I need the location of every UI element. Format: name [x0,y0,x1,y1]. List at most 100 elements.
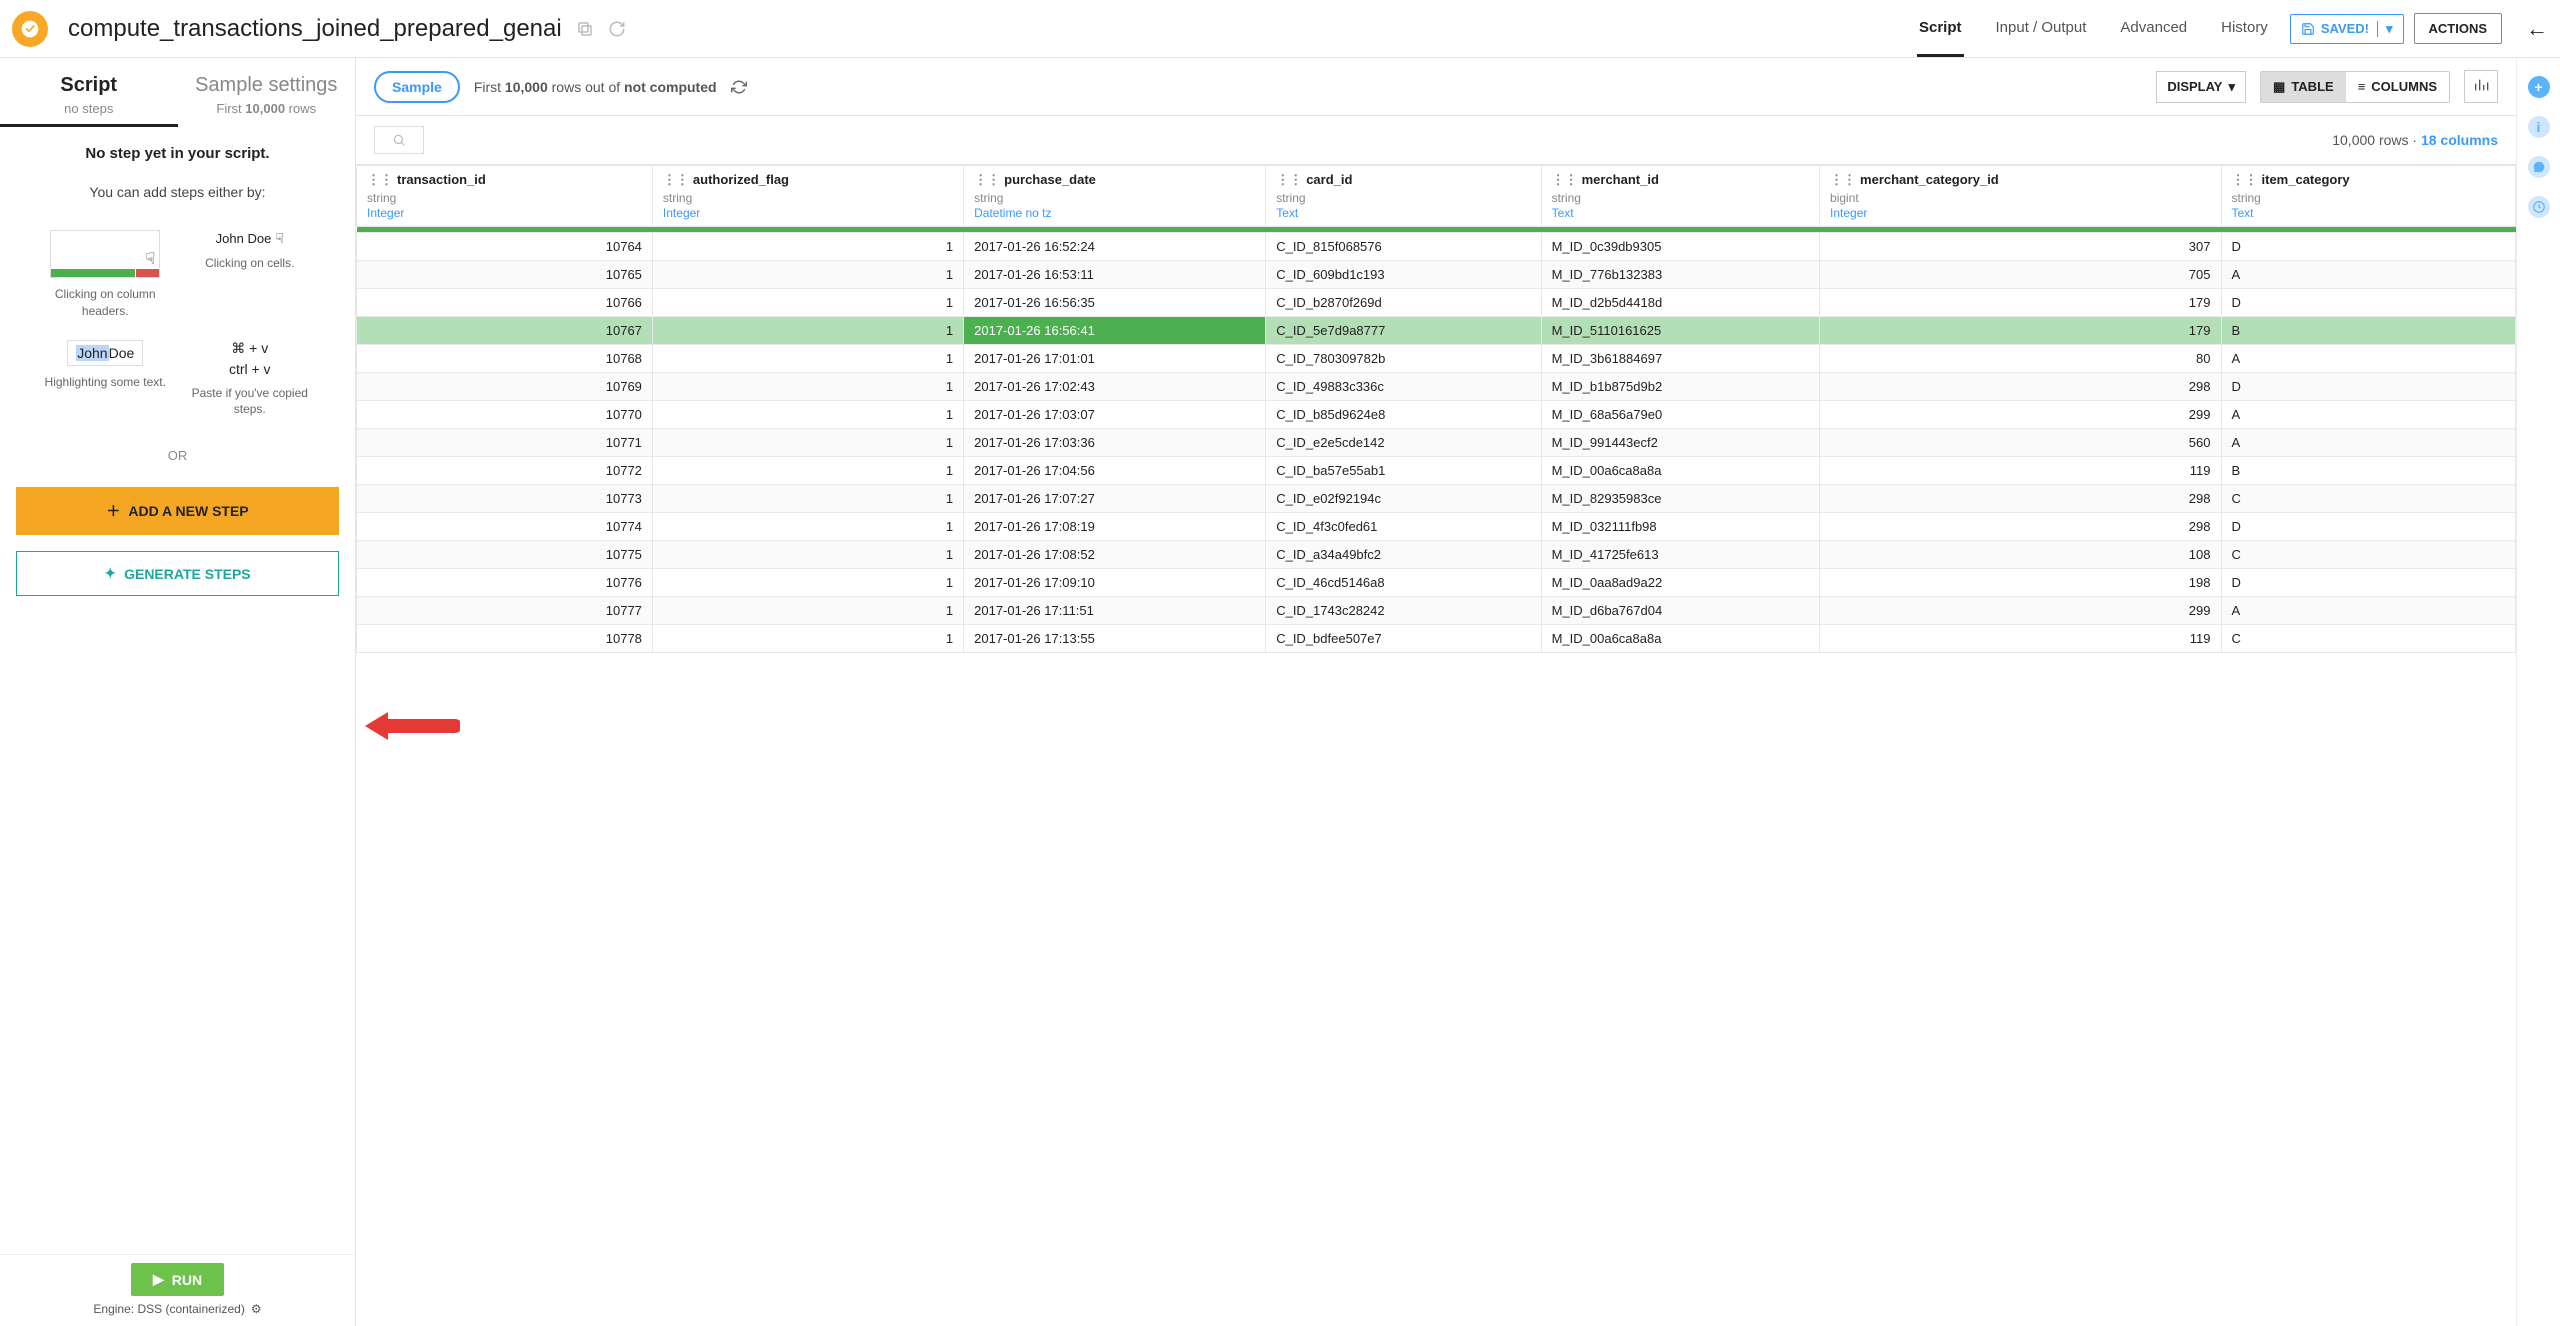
table-cell[interactable]: C_ID_46cd5146a8 [1266,569,1541,597]
table-row[interactable]: 1077412017-01-26 17:08:19C_ID_4f3c0fed61… [357,513,2516,541]
table-cell[interactable]: 1 [652,569,963,597]
table-cell[interactable]: C_ID_815f068576 [1266,233,1541,261]
table-cell[interactable]: 2017-01-26 17:11:51 [964,597,1266,625]
table-cell[interactable]: D [2221,569,2516,597]
table-cell[interactable]: M_ID_032111fb98 [1541,513,1819,541]
gear-icon[interactable]: ⚙ [251,1302,262,1316]
table-cell[interactable]: 108 [1820,541,2221,569]
table-cell[interactable]: A [2221,261,2516,289]
saved-button[interactable]: SAVED! ▾ [2290,14,2404,44]
column-header-item_category[interactable]: ⋮⋮item_categorystringText [2221,166,2516,227]
refresh-icon[interactable] [731,79,747,95]
topnav-history[interactable]: History [2219,1,2270,57]
table-cell[interactable]: 2017-01-26 17:09:10 [964,569,1266,597]
table-cell[interactable]: D [2221,289,2516,317]
topnav-script[interactable]: Script [1917,1,1964,57]
rail-chat-icon[interactable] [2528,156,2550,178]
topnav-advanced[interactable]: Advanced [2118,1,2189,57]
left-tab-sample-settings[interactable]: Sample settingsFirst 10,000 rows [178,58,356,127]
table-cell[interactable]: C_ID_ba57e55ab1 [1266,457,1541,485]
table-cell[interactable]: 1 [652,625,963,653]
table-cell[interactable]: 2017-01-26 16:56:35 [964,289,1266,317]
table-cell[interactable]: 2017-01-26 17:08:19 [964,513,1266,541]
columns-view-button[interactable]: ≡COLUMNS [2346,72,2449,102]
table-cell[interactable]: C_ID_609bd1c193 [1266,261,1541,289]
table-cell[interactable]: C_ID_e02f92194c [1266,485,1541,513]
table-cell[interactable]: 1 [652,261,963,289]
table-cell[interactable]: M_ID_b1b875d9b2 [1541,373,1819,401]
table-cell[interactable]: 2017-01-26 17:07:27 [964,485,1266,513]
table-cell[interactable]: C [2221,625,2516,653]
back-arrow-icon[interactable]: ← [2526,16,2548,42]
table-cell[interactable]: 10766 [357,289,653,317]
table-cell[interactable]: 2017-01-26 17:03:07 [964,401,1266,429]
table-cell[interactable]: 119 [1820,625,2221,653]
table-cell[interactable]: 2017-01-26 17:02:43 [964,373,1266,401]
table-row[interactable]: 1077512017-01-26 17:08:52C_ID_a34a49bfc2… [357,541,2516,569]
table-cell[interactable]: 299 [1820,401,2221,429]
table-cell[interactable]: M_ID_82935983ce [1541,485,1819,513]
table-cell[interactable]: C [2221,541,2516,569]
table-cell[interactable]: 10769 [357,373,653,401]
table-row[interactable]: 1077612017-01-26 17:09:10C_ID_46cd5146a8… [357,569,2516,597]
table-cell[interactable]: B [2221,457,2516,485]
table-cell[interactable]: 2017-01-26 17:03:36 [964,429,1266,457]
left-tab-script[interactable]: Scriptno steps [0,58,178,127]
table-cell[interactable]: 1 [652,317,963,345]
table-cell[interactable]: 10770 [357,401,653,429]
table-cell[interactable]: 179 [1820,289,2221,317]
add-step-button[interactable]: ＋ ADD A NEW STEP [16,487,339,535]
table-cell[interactable]: 1 [652,289,963,317]
chevron-down-icon[interactable]: ▾ [2377,21,2393,37]
table-cell[interactable]: 298 [1820,513,2221,541]
search-input[interactable] [374,126,424,154]
rail-history-icon[interactable] [2528,196,2550,218]
table-view-button[interactable]: ▦TABLE [2261,72,2346,102]
table-cell[interactable]: D [2221,373,2516,401]
table-row[interactable]: 1077812017-01-26 17:13:55C_ID_bdfee507e7… [357,625,2516,653]
table-cell[interactable]: 10771 [357,429,653,457]
refresh-icon[interactable] [608,20,626,38]
actions-button[interactable]: ACTIONS [2414,13,2503,44]
table-row[interactable]: 1076612017-01-26 16:56:35C_ID_b2870f269d… [357,289,2516,317]
table-cell[interactable]: 1 [652,233,963,261]
table-cell[interactable]: 1 [652,345,963,373]
display-dropdown[interactable]: DISPLAY▾ [2156,71,2246,103]
table-cell[interactable]: 2017-01-26 16:52:24 [964,233,1266,261]
table-row[interactable]: 1077212017-01-26 17:04:56C_ID_ba57e55ab1… [357,457,2516,485]
table-row[interactable]: 1076812017-01-26 17:01:01C_ID_780309782b… [357,345,2516,373]
table-cell[interactable]: 10765 [357,261,653,289]
table-row[interactable]: 1076912017-01-26 17:02:43C_ID_49883c336c… [357,373,2516,401]
table-cell[interactable]: 705 [1820,261,2221,289]
data-table[interactable]: ⋮⋮transaction_idstringInteger⋮⋮authorize… [356,165,2516,653]
table-cell[interactable]: 10773 [357,485,653,513]
sample-button[interactable]: Sample [374,71,460,103]
table-cell[interactable]: A [2221,429,2516,457]
rail-add-icon[interactable]: + [2528,76,2550,98]
table-cell[interactable]: 1 [652,373,963,401]
table-cell[interactable]: B [2221,317,2516,345]
table-cell[interactable]: C_ID_bdfee507e7 [1266,625,1541,653]
generate-steps-button[interactable]: ✦ GENERATE STEPS [16,551,339,596]
table-cell[interactable]: 2017-01-26 17:04:56 [964,457,1266,485]
table-cell[interactable]: M_ID_d2b5d4418d [1541,289,1819,317]
table-cell[interactable]: 10775 [357,541,653,569]
table-cell[interactable]: M_ID_0aa8ad9a22 [1541,569,1819,597]
table-cell[interactable]: A [2221,401,2516,429]
table-cell[interactable]: 80 [1820,345,2221,373]
table-cell[interactable]: 1 [652,597,963,625]
table-cell[interactable]: C_ID_e2e5cde142 [1266,429,1541,457]
column-header-merchant_category_id[interactable]: ⋮⋮merchant_category_idbigintInteger [1820,166,2221,227]
table-cell[interactable]: 298 [1820,485,2221,513]
table-cell[interactable]: 1 [652,541,963,569]
table-cell[interactable]: C_ID_b2870f269d [1266,289,1541,317]
table-cell[interactable]: M_ID_0c39db9305 [1541,233,1819,261]
table-cell[interactable]: C_ID_49883c336c [1266,373,1541,401]
table-cell[interactable]: 10764 [357,233,653,261]
topnav-input-output[interactable]: Input / Output [1994,1,2089,57]
table-cell[interactable]: C_ID_780309782b [1266,345,1541,373]
table-cell[interactable]: 560 [1820,429,2221,457]
table-cell[interactable]: 1 [652,485,963,513]
table-cell[interactable]: M_ID_991443ecf2 [1541,429,1819,457]
table-row[interactable]: 1077112017-01-26 17:03:36C_ID_e2e5cde142… [357,429,2516,457]
